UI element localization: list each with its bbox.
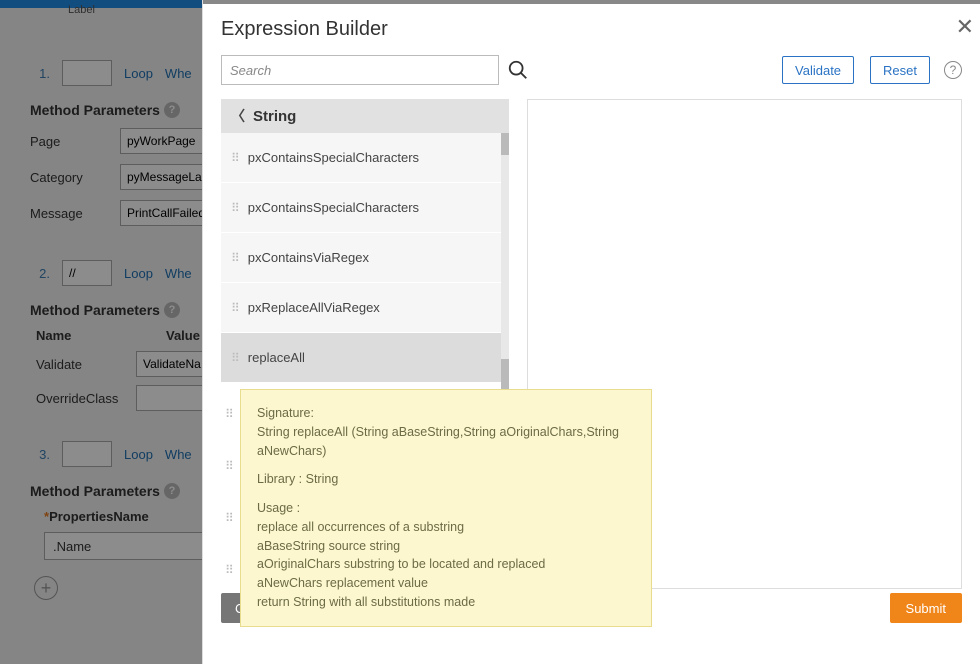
- function-name: pxContainsSpecialCharacters: [248, 150, 419, 165]
- function-name: pxReplaceAllViaRegex: [248, 300, 380, 315]
- tooltip-usage-line: return String with all substitutions mad…: [257, 593, 635, 612]
- drag-handle-icon[interactable]: ⠿: [231, 151, 238, 165]
- submit-button[interactable]: Submit: [890, 593, 962, 623]
- tooltip-signature-label: Signature:: [257, 404, 635, 423]
- tooltip-usage-label: Usage :: [257, 499, 635, 518]
- function-item-selected[interactable]: ⠿ replaceAll: [221, 333, 501, 383]
- help-glyph: ?: [950, 63, 957, 77]
- drag-handle-icon[interactable]: ⠿: [231, 251, 238, 265]
- function-item[interactable]: ⠿ pxContainsSpecialCharacters: [221, 183, 501, 233]
- modal-toolbar: Search Validate Reset ?: [221, 55, 962, 85]
- function-name: pxContainsSpecialCharacters: [248, 200, 419, 215]
- reset-button[interactable]: Reset: [870, 56, 930, 84]
- scroll-arrow-top[interactable]: [501, 133, 509, 155]
- tooltip-library: Library : String: [257, 470, 635, 489]
- function-name: replaceAll: [248, 350, 305, 365]
- validate-label: Validate: [795, 63, 841, 78]
- drag-handle-icon[interactable]: ⠿: [231, 201, 238, 215]
- modal-title: Expression Builder: [221, 18, 962, 41]
- tooltip-usage-line: replace all occurrences of a substring: [257, 518, 635, 537]
- chevron-left-icon: 〈: [231, 106, 245, 126]
- modal-body: 〈 String ⠿ pxContainsSpecialCharacters ⠿…: [221, 99, 962, 589]
- function-tooltip: Signature: String replaceAll (String aBa…: [240, 389, 652, 627]
- submit-label: Submit: [906, 601, 946, 616]
- search-input[interactable]: Search: [221, 55, 499, 85]
- function-item[interactable]: ⠿ pxReplaceAllViaRegex: [221, 283, 501, 333]
- tooltip-signature-text: String replaceAll (String aBaseString,St…: [257, 423, 635, 461]
- category-header[interactable]: 〈 String: [221, 99, 509, 133]
- drag-handle-icon[interactable]: ⠿: [231, 301, 238, 315]
- tooltip-usage-line: aBaseString source string: [257, 537, 635, 556]
- tooltip-usage-line: aOriginalChars substring to be located a…: [257, 555, 635, 574]
- close-icon[interactable]: ✕: [956, 14, 974, 40]
- reset-label: Reset: [883, 63, 917, 78]
- help-icon[interactable]: ?: [944, 61, 962, 79]
- tooltip-usage-line: aNewChars replacement value: [257, 574, 635, 593]
- function-name: pxContainsViaRegex: [248, 250, 369, 265]
- modal-top-stripe: [203, 0, 980, 4]
- category-name: String: [253, 108, 296, 125]
- search-placeholder: Search: [230, 63, 271, 78]
- expression-builder-modal: ✕ Expression Builder Search Validate Res…: [202, 0, 980, 664]
- search-icon[interactable]: [507, 59, 529, 81]
- function-item[interactable]: ⠿ pxContainsViaRegex: [221, 233, 501, 283]
- drag-handle-icon[interactable]: ⠿: [231, 351, 238, 365]
- validate-button[interactable]: Validate: [782, 56, 854, 84]
- function-item[interactable]: ⠿ pxContainsSpecialCharacters: [221, 133, 501, 183]
